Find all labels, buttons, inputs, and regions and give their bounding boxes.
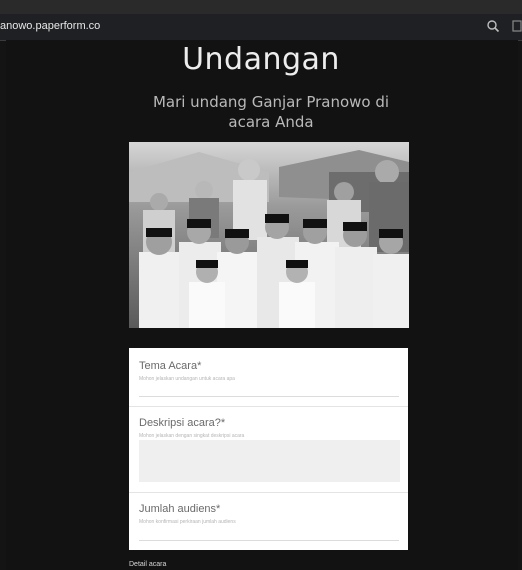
- field-help-deskripsi-acara: Mohon jelaskan dengan singkat deskripsi …: [139, 433, 245, 439]
- deskripsi-acara-textarea[interactable]: [139, 440, 400, 482]
- invitation-form: Tema Acara* Mohon jelaskan undangan untu…: [129, 348, 408, 550]
- event-photo: [129, 142, 409, 328]
- field-divider: [129, 406, 408, 407]
- url-text[interactable]: anowo.paperform.co: [0, 20, 100, 32]
- photo-icon: [129, 142, 409, 328]
- jumlah-audiens-input[interactable]: [139, 540, 399, 541]
- tema-acara-input[interactable]: [139, 396, 399, 397]
- page-subtitle: Mari undang Ganjar Pranowo di acara Anda: [152, 93, 390, 131]
- page-title: Undangan: [182, 42, 340, 77]
- window-top-strip: [0, 0, 522, 14]
- field-help-tema-acara: Mohon jelaskan undangan untuk acara apa: [139, 376, 235, 382]
- field-label-deskripsi-acara: Deskripsi acara?*: [139, 417, 226, 429]
- address-bar[interactable]: anowo.paperform.co: [0, 14, 522, 41]
- field-label-tema-acara: Tema Acara*: [139, 360, 202, 372]
- section-label-detail-acara: Detail acara: [129, 561, 167, 568]
- page-icon[interactable]: [511, 19, 522, 33]
- field-help-jumlah-audiens: Mohon konfirmasi perkiraan jumlah audien…: [139, 519, 236, 525]
- magnifier-icon[interactable]: [486, 19, 500, 33]
- field-divider: [129, 492, 408, 493]
- field-label-jumlah-audiens: Jumlah audiens*: [139, 503, 221, 515]
